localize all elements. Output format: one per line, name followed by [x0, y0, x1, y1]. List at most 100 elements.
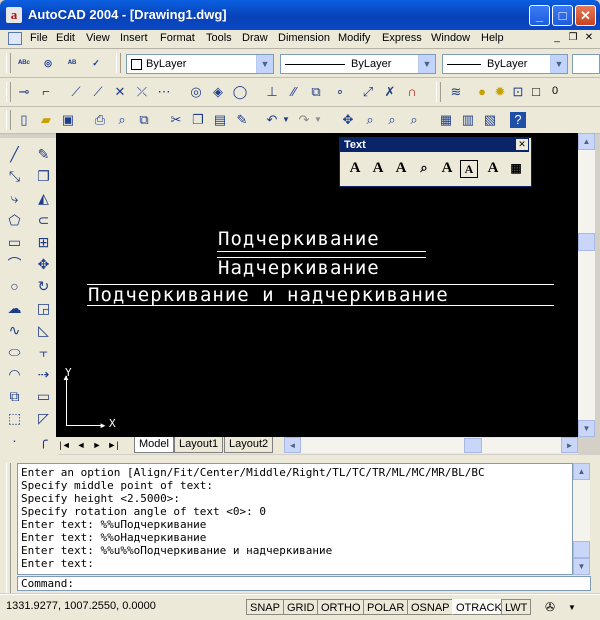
- snap-perpendicular-icon[interactable]: ⊥: [262, 82, 282, 102]
- menu-view[interactable]: View: [86, 32, 110, 44]
- revision-cloud-icon[interactable]: ☁: [4, 298, 25, 319]
- autocad-app-icon[interactable]: a: [6, 7, 22, 23]
- coordinate-display[interactable]: 1331.9277, 1007.2550, 0.0000: [6, 600, 156, 612]
- arc-icon[interactable]: ⌒: [4, 254, 25, 275]
- publish-icon[interactable]: ⧉: [134, 110, 154, 130]
- doc-restore-button[interactable]: ❐: [566, 32, 580, 45]
- cut-icon[interactable]: ✂: [166, 110, 186, 130]
- minimize-button[interactable]: _: [529, 5, 550, 26]
- menu-tools[interactable]: Tools: [206, 32, 232, 44]
- justify-text-icon[interactable]: A: [483, 158, 503, 178]
- color-combo[interactable]: ByLayer ▼: [126, 54, 274, 74]
- menu-edit[interactable]: Edit: [56, 32, 75, 44]
- plot-preview-icon[interactable]: ⌕: [112, 110, 132, 130]
- snap-center-icon[interactable]: ◎: [186, 82, 206, 102]
- snap-node-icon[interactable]: ∘: [330, 82, 350, 102]
- close-icon[interactable]: ✕: [516, 139, 528, 150]
- chamfer-icon[interactable]: ◸: [33, 408, 54, 429]
- extend-icon[interactable]: ⇢: [33, 364, 54, 385]
- scale-icon[interactable]: ◲: [33, 298, 54, 319]
- text-overlined[interactable]: Надчеркивание: [218, 257, 380, 279]
- rotate-icon[interactable]: ↻: [33, 276, 54, 297]
- make-block-icon[interactable]: ⬚: [4, 408, 25, 429]
- snap-midpoint-icon[interactable]: ⟋: [88, 82, 108, 102]
- point-icon[interactable]: ·: [4, 430, 25, 451]
- menu-modify[interactable]: Modify: [338, 32, 370, 44]
- lwt-toggle[interactable]: LWT: [501, 599, 532, 615]
- tab-next-icon[interactable]: ►: [90, 439, 104, 452]
- horizontal-scrollbar[interactable]: ◄ ►: [284, 437, 578, 453]
- snap-from-icon[interactable]: ⌐: [36, 82, 56, 102]
- rectangle-icon[interactable]: ▭: [4, 232, 25, 253]
- chevron-down-icon[interactable]: ▼: [256, 55, 273, 73]
- trim-icon[interactable]: ⫟: [33, 342, 54, 363]
- undo-dropdown-icon[interactable]: ▼: [276, 110, 296, 130]
- stretch-icon[interactable]: ◺: [33, 320, 54, 341]
- snap-tangent-icon[interactable]: ◯: [230, 82, 250, 102]
- ortho-toggle[interactable]: ORTHO: [317, 599, 365, 615]
- snap-toggle[interactable]: SNAP: [246, 599, 284, 615]
- snap-quadrant-icon[interactable]: ◈: [208, 82, 228, 102]
- osnap-settings-icon[interactable]: ∩: [402, 82, 422, 102]
- open-folder-icon[interactable]: ▰: [36, 110, 56, 130]
- command-scrollbar[interactable]: ▲ ▼: [573, 463, 590, 575]
- single-line-text-icon[interactable]: A: [345, 158, 365, 178]
- lightbulb-icon[interactable]: ●: [472, 82, 492, 102]
- linetype-combo[interactable]: ByLayer ▼: [280, 54, 436, 74]
- zoom-window-icon[interactable]: ⌕: [382, 110, 402, 130]
- tab-prev-icon[interactable]: ◄: [74, 439, 88, 452]
- abc-circle-icon[interactable]: ◎: [38, 53, 58, 73]
- copy-icon[interactable]: ❐: [188, 110, 208, 130]
- save-icon[interactable]: ▣: [58, 110, 78, 130]
- layer-color-icon[interactable]: □: [526, 82, 546, 102]
- toolbar-grip[interactable]: [6, 110, 11, 130]
- multiline-text-icon[interactable]: A: [368, 158, 388, 178]
- spline-icon[interactable]: ∿: [4, 320, 25, 341]
- temp-track-point-icon[interactable]: ⊸: [14, 82, 34, 102]
- scroll-up-icon[interactable]: ▲: [578, 133, 595, 150]
- scroll-thumb[interactable]: [578, 233, 595, 251]
- snap-insert-icon[interactable]: ⧉: [306, 82, 326, 102]
- help-icon[interactable]: ?: [510, 112, 526, 128]
- polyline-icon[interactable]: ⤷: [4, 188, 25, 209]
- text-underlined[interactable]: Подчеркивание: [218, 228, 380, 250]
- ellipse-icon[interactable]: ⬭: [4, 342, 25, 363]
- tab-model[interactable]: Model: [134, 437, 174, 453]
- properties-icon[interactable]: ▦: [436, 110, 456, 130]
- circle-icon[interactable]: ○: [4, 276, 25, 297]
- find-replace-icon[interactable]: ⌕: [414, 158, 434, 178]
- vertical-scrollbar[interactable]: ▲ ▼: [578, 133, 595, 437]
- design-center-icon[interactable]: ▥: [458, 110, 478, 130]
- copy-object-icon[interactable]: ❐: [33, 166, 54, 187]
- command-scroll-thumb[interactable]: [573, 541, 590, 558]
- text-under-overlined[interactable]: Подчеркивание и надчеркивание: [88, 284, 449, 306]
- sun-icon[interactable]: ✹: [490, 82, 510, 102]
- snap-parallel-icon[interactable]: ∕∕: [284, 82, 304, 102]
- pan-realtime-icon[interactable]: ✥: [338, 110, 358, 130]
- menu-format[interactable]: Format: [160, 32, 195, 44]
- polar-toggle[interactable]: POLAR: [363, 599, 409, 615]
- h-scroll-thumb[interactable]: [464, 438, 482, 453]
- offset-icon[interactable]: ⊂: [33, 210, 54, 231]
- convert-distance-icon[interactable]: ▦: [506, 158, 526, 178]
- tab-last-icon[interactable]: ►|: [106, 439, 120, 452]
- maximize-button[interactable]: □: [552, 5, 573, 26]
- plot-icon[interactable]: ⎙: [90, 110, 110, 130]
- edit-text-icon[interactable]: A: [391, 158, 411, 178]
- command-line-input[interactable]: Command:: [17, 576, 591, 591]
- text-toolbar-title[interactable]: Text: [340, 138, 529, 152]
- insert-block-icon[interactable]: ⧉: [4, 386, 25, 407]
- tab-layout2[interactable]: Layout2: [224, 437, 274, 453]
- scroll-left-icon[interactable]: ◄: [284, 437, 301, 453]
- line-icon[interactable]: ╱: [4, 144, 25, 165]
- menu-file[interactable]: File: [30, 32, 48, 44]
- redo-dropdown-icon[interactable]: ▼: [308, 110, 328, 130]
- snap-none-icon[interactable]: ✗: [380, 82, 400, 102]
- toolbar-grip[interactable]: [436, 82, 441, 102]
- tab-first-icon[interactable]: |◄: [58, 439, 72, 452]
- scroll-right-icon[interactable]: ►: [561, 437, 578, 453]
- close-button[interactable]: ✕: [575, 5, 596, 26]
- grid-toggle[interactable]: GRID: [283, 599, 319, 615]
- tab-layout1[interactable]: Layout1: [174, 437, 224, 453]
- chevron-down-icon[interactable]: ▼: [418, 55, 435, 73]
